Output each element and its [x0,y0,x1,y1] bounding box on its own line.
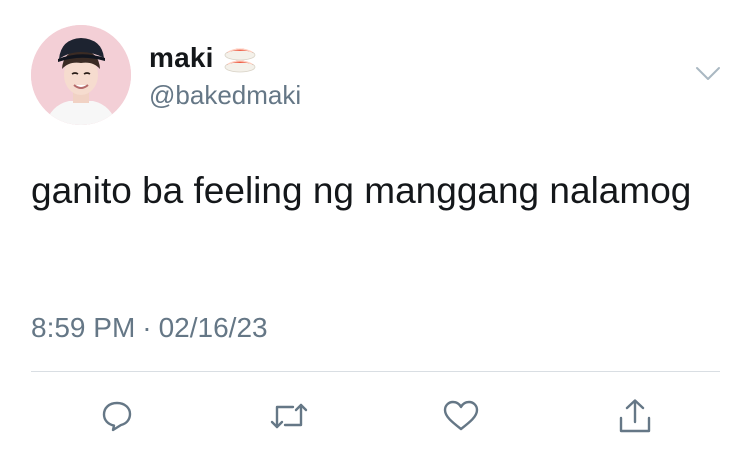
timestamp[interactable]: 8:59 PM · 02/16/23 [31,312,268,344]
retweet-button[interactable] [268,395,310,437]
avatar[interactable] [31,25,131,125]
share-button[interactable] [614,395,656,437]
reply-button[interactable] [96,395,138,437]
display-name[interactable]: maki [149,42,214,74]
user-handle[interactable]: @bakedmaki [149,80,301,111]
speech-bubble-icon [102,401,132,432]
avatar-photo [31,25,131,125]
divider [31,371,720,372]
like-button[interactable] [440,395,482,437]
tweet-date: 02/16/23 [158,312,268,343]
share-upload-icon [619,399,651,433]
tweet-time: 8:59 PM [31,312,136,343]
sushi-icon [222,42,258,74]
tweet-text: ganito ba feeling ng manggang nalamog [31,170,692,211]
name-row: maki [149,41,258,75]
timestamp-separator: · [142,312,152,343]
chevron-down-icon[interactable] [693,62,723,86]
retweet-arrows-icon [270,403,308,429]
heart-icon [443,400,479,431]
tweet-card: maki @bakedmaki ganito ba feeling ng man… [0,0,750,461]
